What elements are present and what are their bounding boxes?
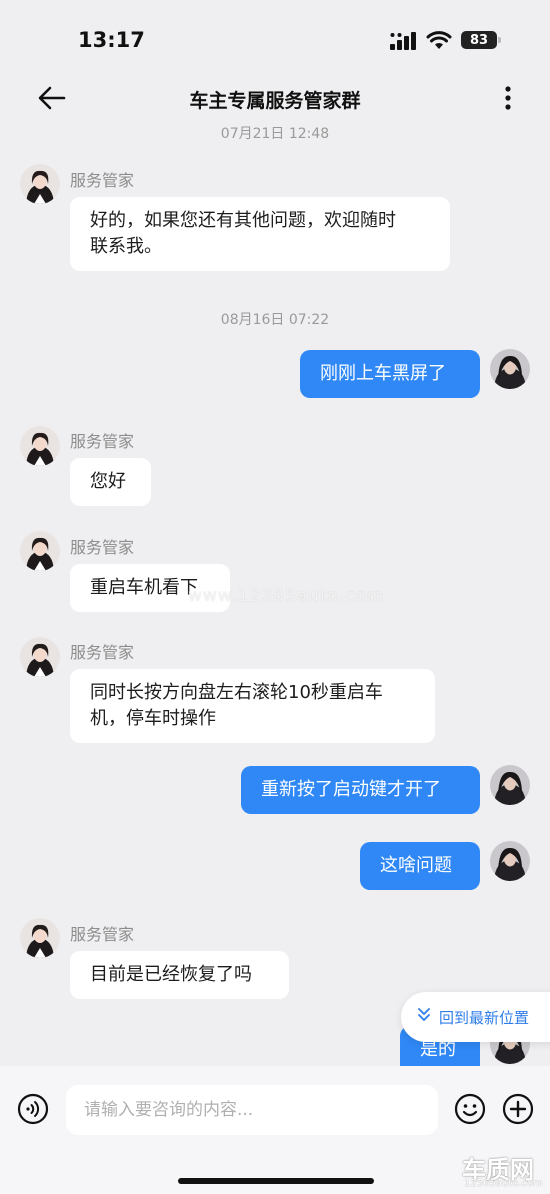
sender-name: 服务管家 bbox=[70, 171, 135, 190]
message-bubble[interactable]: 这啥问题 bbox=[360, 842, 480, 890]
site-logo-sub: 12365auto.com bbox=[464, 1178, 543, 1189]
agent-avatar[interactable] bbox=[20, 164, 60, 204]
emoji-icon[interactable] bbox=[454, 1093, 486, 1129]
page-title: 车主专属服务管家群 bbox=[189, 90, 361, 112]
voice-icon[interactable] bbox=[17, 1093, 49, 1129]
nav-bar: 车主专属服务管家群 bbox=[0, 78, 550, 120]
agent-avatar[interactable] bbox=[20, 637, 60, 677]
site-logo: 车质网 12365auto.com bbox=[462, 1150, 550, 1194]
wifi-icon bbox=[426, 30, 452, 54]
sender-name: 服务管家 bbox=[70, 643, 135, 662]
agent-avatar[interactable] bbox=[20, 918, 60, 958]
signal-icon bbox=[390, 32, 418, 54]
user-avatar[interactable] bbox=[490, 765, 530, 805]
timestamp-divider: 08月16日 07:22 bbox=[220, 312, 330, 328]
sender-name: 服务管家 bbox=[70, 538, 135, 557]
jump-to-latest-label: 回到最新位置 bbox=[439, 1008, 530, 1027]
agent-avatar[interactable] bbox=[20, 426, 60, 466]
message-bubble[interactable]: 您好 bbox=[70, 458, 151, 506]
plus-icon[interactable] bbox=[502, 1093, 534, 1129]
message-bubble[interactable]: 同时长按方向盘左右滚轮10秒重启车 机，停车时操作 bbox=[70, 669, 435, 743]
jump-to-latest-button[interactable]: 回到最新位置 bbox=[401, 992, 550, 1042]
watermark: www.12365auto.com bbox=[188, 586, 385, 606]
sender-name: 服务管家 bbox=[70, 432, 135, 451]
message-bubble[interactable]: 重新按了启动键才开了 bbox=[241, 766, 480, 814]
message-bubble[interactable]: 好的，如果您还有其他问题，欢迎随时 联系我。 bbox=[70, 197, 450, 271]
more-vertical-icon[interactable] bbox=[500, 84, 516, 112]
battery-icon: 83 bbox=[461, 31, 501, 49]
message-bubble[interactable]: 目前是已经恢复了吗 bbox=[70, 951, 289, 999]
agent-avatar[interactable] bbox=[20, 531, 60, 571]
home-indicator bbox=[178, 1178, 374, 1184]
timestamp-divider: 07月21日 12:48 bbox=[220, 126, 330, 142]
user-avatar[interactable] bbox=[490, 841, 530, 881]
double-chevron-down-icon bbox=[417, 1007, 431, 1027]
message-input[interactable] bbox=[66, 1085, 438, 1135]
user-avatar[interactable] bbox=[490, 349, 530, 389]
status-time: 13:17 bbox=[78, 28, 145, 52]
sender-name: 服务管家 bbox=[70, 925, 135, 944]
status-bar: 13:17 83 bbox=[0, 0, 550, 78]
message-bubble[interactable]: 刚刚上车黑屏了 bbox=[300, 350, 480, 398]
